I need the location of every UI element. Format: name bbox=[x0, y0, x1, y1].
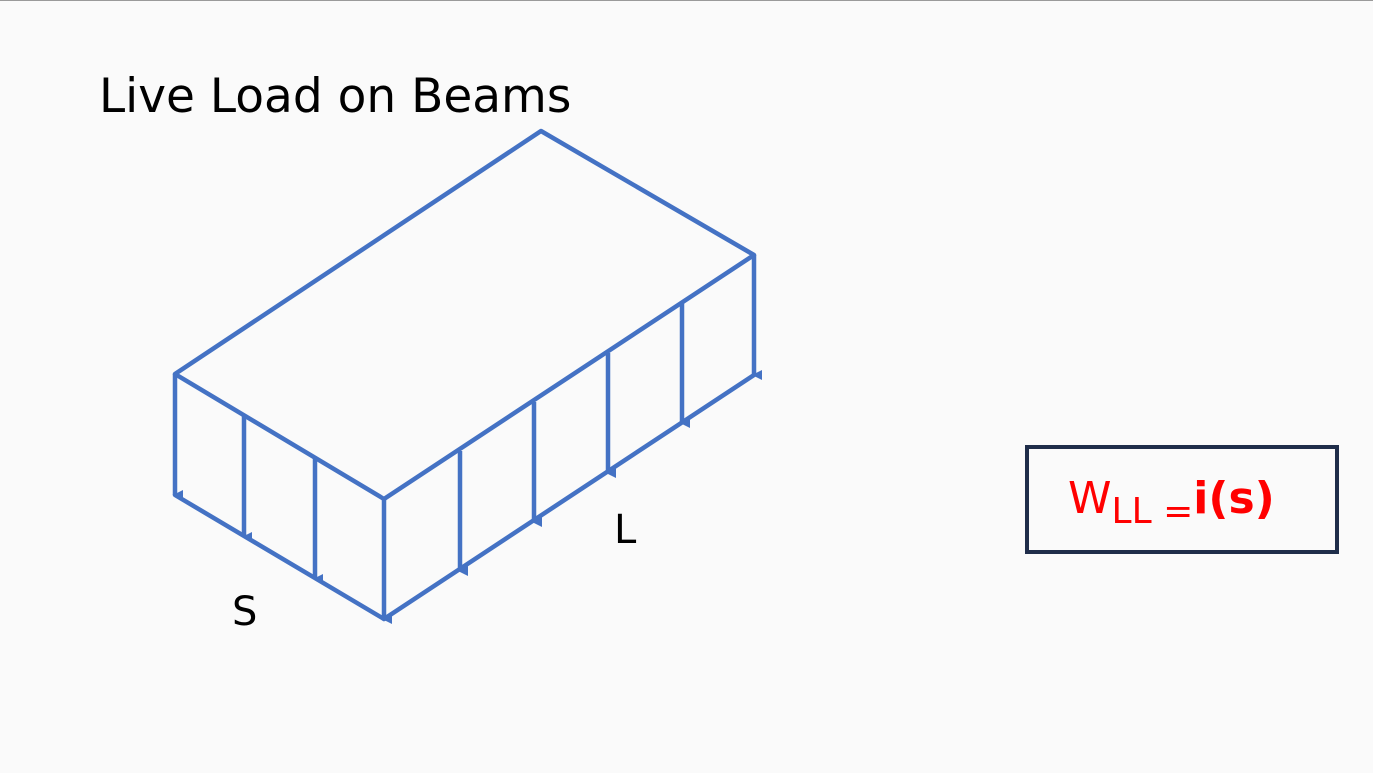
long-span-label: L bbox=[614, 507, 637, 553]
short-span-label: S bbox=[232, 589, 258, 635]
slab-bottom-edge-short bbox=[172, 492, 387, 622]
slide: Live Load on Beams S L WLL =i(s) bbox=[0, 0, 1373, 773]
slab-bottom-edge-long bbox=[381, 372, 757, 622]
slab-top-outline bbox=[172, 128, 757, 502]
formula-box: WLL =i(s) bbox=[1025, 445, 1339, 554]
formula-symbol: W bbox=[1068, 473, 1112, 524]
formula-expression: i(s) bbox=[1193, 473, 1275, 524]
live-load-formula: WLL =i(s) bbox=[1068, 477, 1275, 530]
formula-subscript: LL = bbox=[1111, 491, 1194, 532]
formula-equals: = bbox=[1163, 491, 1194, 532]
beam-load-diagram bbox=[172, 128, 762, 624]
